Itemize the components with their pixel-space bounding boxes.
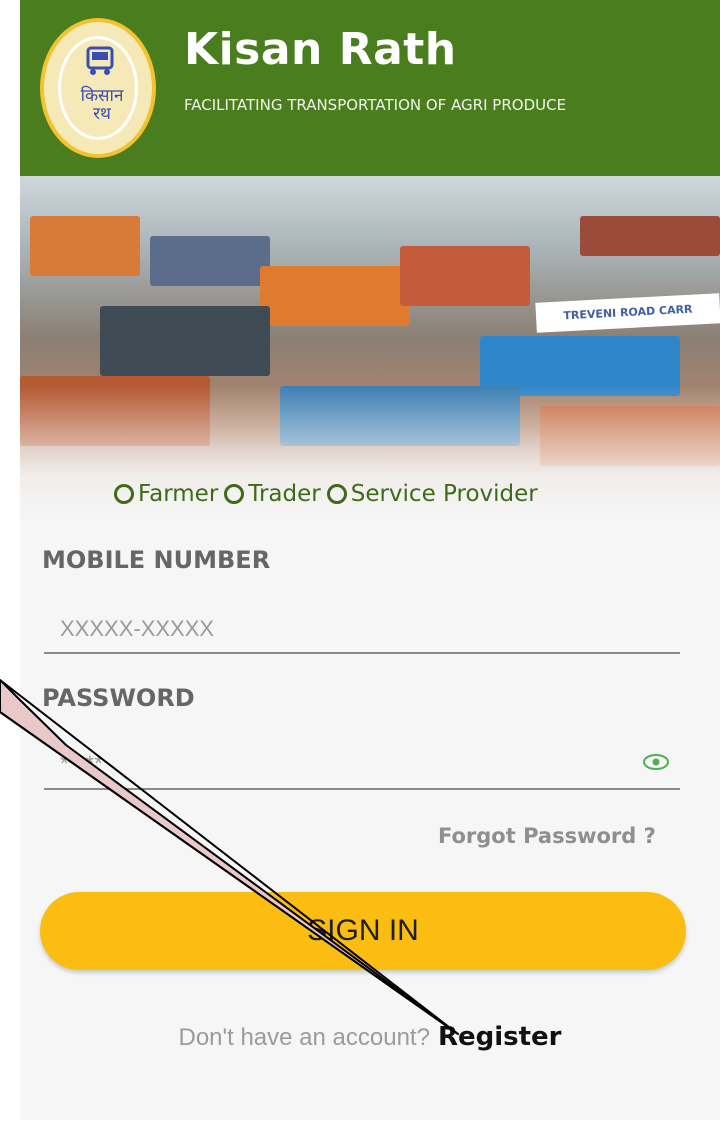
password-label: PASSWORD <box>42 684 195 712</box>
radio-circle-icon[interactable] <box>224 484 245 504</box>
radio-circle-icon[interactable] <box>114 484 134 504</box>
show-password-eye-icon[interactable] <box>642 752 670 772</box>
mobile-number-label: MOBILE NUMBER <box>42 546 271 574</box>
radio-circle-icon[interactable] <box>326 484 347 504</box>
app-header: किसान रथ Kisan Rath FACILITATING TRANSPO… <box>20 0 720 176</box>
app-subtitle: FACILITATING TRANSPORTATION OF AGRI PROD… <box>184 96 567 114</box>
role-farmer-radio[interactable]: Farmer <box>114 481 218 507</box>
truck-shape <box>100 306 270 376</box>
truck-icon <box>86 46 114 75</box>
app-title: Kisan Rath <box>184 24 457 75</box>
truck-shape <box>30 216 140 276</box>
register-link[interactable]: Register <box>438 1022 562 1052</box>
role-label: Trader <box>248 481 321 507</box>
no-account-text: Don't have an account? <box>178 1024 430 1051</box>
role-trader-radio[interactable]: Trader <box>224 481 321 507</box>
truck-shape <box>580 216 720 256</box>
hero-sign: TREVENI ROAD CARR <box>535 293 720 333</box>
role-label: Service Provider <box>350 481 538 507</box>
app-logo: किसान रथ <box>40 18 156 158</box>
logo-text-line2: रथ <box>93 103 111 124</box>
mobile-number-input[interactable] <box>44 606 680 654</box>
app-screen: किसान रथ Kisan Rath FACILITATING TRANSPO… <box>20 0 720 1120</box>
truck-shape <box>150 236 270 286</box>
forgot-password-link[interactable]: Forgot Password ? <box>438 824 656 848</box>
role-selector: Farmer Trader Service Provider <box>114 474 704 514</box>
truck-shape <box>400 246 530 306</box>
register-prompt: Don't have an account? Register <box>20 1022 720 1052</box>
role-service-provider-radio[interactable]: Service Provider <box>326 481 538 507</box>
sign-in-button[interactable]: SIGN IN <box>40 892 686 970</box>
truck-shape <box>260 266 410 326</box>
logo-hindi-text: किसान रथ <box>68 87 136 124</box>
role-label: Farmer <box>138 481 219 507</box>
password-input[interactable] <box>44 740 680 790</box>
